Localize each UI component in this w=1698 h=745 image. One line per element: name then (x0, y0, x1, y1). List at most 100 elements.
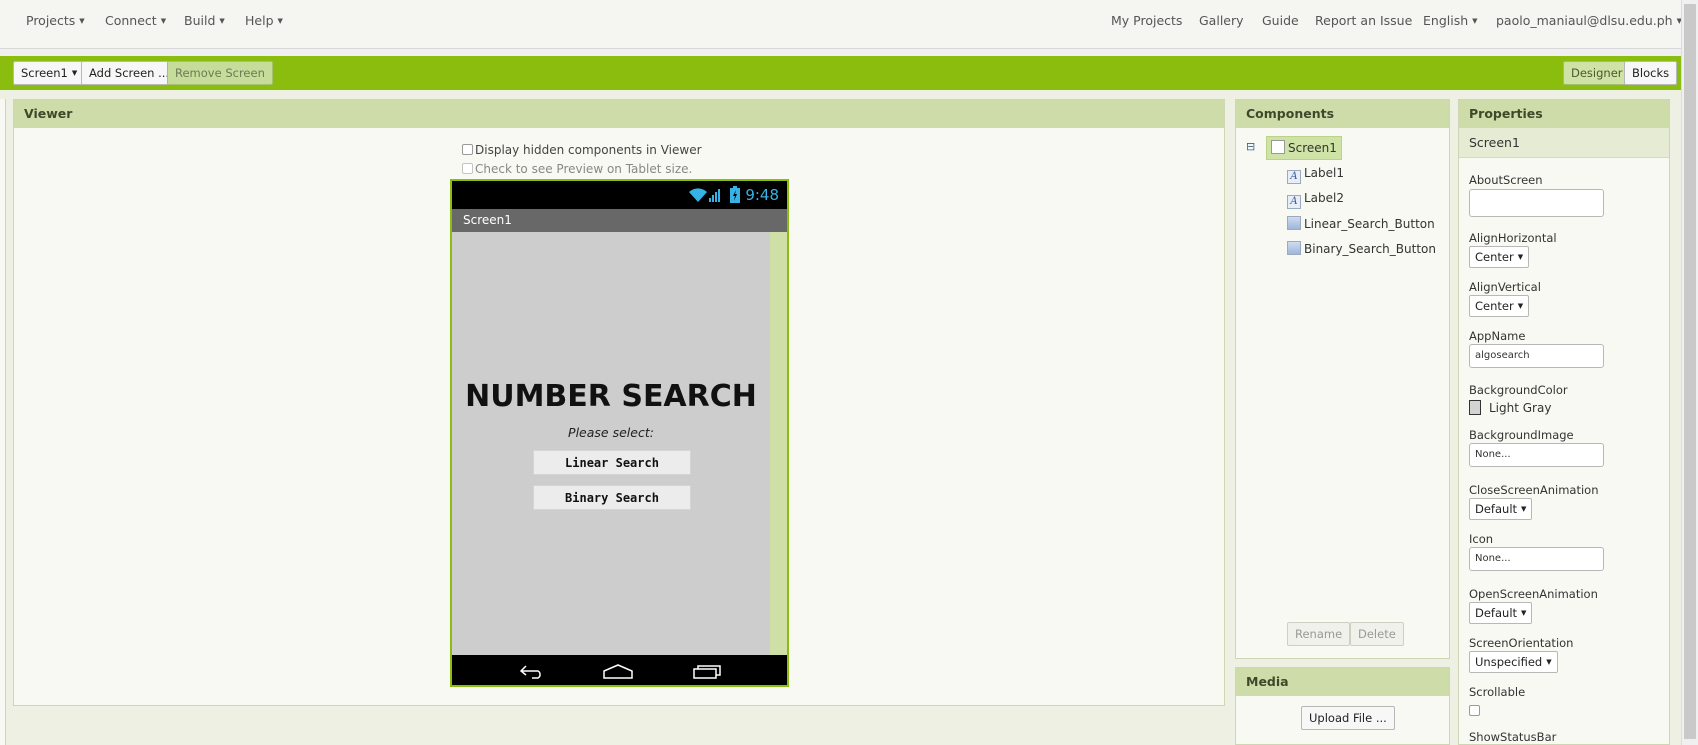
app-heading-label[interactable]: NUMBER SEARCH (452, 379, 770, 414)
app-subheading-label[interactable]: Please select: (452, 425, 770, 440)
caret-down-icon: ▼ (79, 17, 85, 25)
align-horizontal-value: Center (1475, 250, 1514, 264)
blocks-button[interactable]: Blocks (1624, 61, 1678, 85)
screen-icon (1271, 140, 1285, 154)
menu-projects-label: Projects (26, 13, 76, 28)
delete-button[interactable]: Delete (1350, 622, 1404, 646)
caret-down-icon: ▼ (71, 69, 78, 77)
caret-down-icon: ▼ (160, 17, 167, 25)
tree-node-binary-search-button[interactable]: Binary_Search_Button (1287, 241, 1436, 256)
link-guide[interactable]: Guide (1262, 13, 1299, 28)
link-report-issue[interactable]: Report an Issue (1315, 13, 1412, 28)
app-name-input[interactable]: algosearch (1469, 344, 1604, 368)
menu-build-label: Build (184, 13, 216, 28)
color-swatch-icon (1469, 400, 1481, 415)
collapse-icon[interactable]: ⊟ (1246, 140, 1255, 153)
top-menu-bar: Projects ▼ Connect ▼ Build ▼ Help ▼ My Proje… (0, 0, 1698, 49)
designer-button[interactable]: Designer (1563, 61, 1631, 85)
icon-picker[interactable]: None... (1469, 547, 1604, 571)
tablet-preview-option[interactable]: Check to see Preview on Tablet size. (462, 162, 692, 176)
open-animation-label: OpenScreenAnimation (1469, 587, 1598, 601)
tree-node-label: Label2 (1304, 191, 1345, 205)
label-icon: A (1287, 195, 1301, 209)
add-screen-button[interactable]: Add Screen ... (81, 61, 178, 85)
menu-connect-label: Connect (105, 13, 157, 28)
show-hidden-label: Display hidden components in Viewer (475, 143, 702, 157)
components-title: Components (1236, 100, 1449, 128)
background-image-label: BackgroundImage (1469, 428, 1574, 442)
link-my-projects[interactable]: My Projects (1111, 13, 1182, 28)
linear-search-button[interactable]: Linear Search (533, 450, 691, 475)
close-animation-label: CloseScreenAnimation (1469, 483, 1599, 497)
tree-node-screen1[interactable]: Screen1 (1266, 136, 1342, 160)
binary-search-button[interactable]: Binary Search (533, 485, 691, 510)
media-title: Media (1236, 668, 1449, 696)
background-color-label: BackgroundColor (1469, 383, 1568, 397)
phone-preview: 9:48 Screen1 NUMBER SEARCH Please select… (450, 179, 789, 687)
phone-app-title: Screen1 (452, 209, 787, 232)
home-icon (603, 664, 633, 679)
close-animation-value: Default (1475, 502, 1518, 516)
phone-status-bar: 9:48 (452, 181, 787, 209)
properties-panel: Properties Screen1 AboutScreen AlignHori… (1458, 99, 1670, 745)
screen-select-button[interactable]: Screen1 ▼ (13, 61, 86, 85)
menu-connect[interactable]: Connect ▼ (105, 13, 166, 28)
label-icon: A (1287, 170, 1301, 184)
palette-panel-edge (0, 99, 6, 745)
phone-scrollbar (770, 232, 787, 655)
background-color-picker[interactable]: Light Gray (1469, 400, 1551, 415)
caret-down-icon: ▼ (1521, 505, 1527, 513)
scrollbar-thumb[interactable] (1684, 4, 1696, 739)
properties-title: Properties (1459, 100, 1669, 128)
signal-icon (709, 189, 720, 202)
phone-clock: 9:48 (745, 186, 779, 204)
menu-account[interactable]: paolo_maniaul@dlsu.edu.ph ▼ (1496, 13, 1682, 28)
battery-icon (730, 186, 740, 203)
show-hidden-option[interactable]: Display hidden components in Viewer (462, 143, 702, 157)
properties-component-name: Screen1 (1459, 128, 1669, 158)
caret-down-icon: ▼ (1546, 658, 1552, 666)
open-animation-select[interactable]: Default ▼ (1469, 602, 1533, 624)
show-statusbar-label: ShowStatusBar (1469, 730, 1557, 744)
caret-down-icon: ▼ (1521, 609, 1527, 617)
language-label: English (1423, 13, 1469, 28)
align-vertical-select[interactable]: Center ▼ (1469, 295, 1530, 317)
viewer-title: Viewer (14, 100, 1224, 128)
about-screen-textarea[interactable] (1469, 189, 1604, 217)
screen-orientation-select[interactable]: Unspecified ▼ (1469, 651, 1558, 673)
link-gallery[interactable]: Gallery (1199, 13, 1244, 28)
menu-build[interactable]: Build ▼ (184, 13, 225, 28)
app-name-label: AppName (1469, 329, 1526, 343)
recent-apps-icon (693, 665, 721, 679)
viewer-panel: Viewer Display hidden components in View… (13, 99, 1225, 706)
rename-button[interactable]: Rename (1287, 622, 1351, 646)
upload-file-button[interactable]: Upload File ... (1301, 706, 1395, 730)
caret-down-icon: ▼ (1472, 17, 1478, 25)
close-animation-select[interactable]: Default ▼ (1469, 498, 1533, 520)
caret-down-icon: ▼ (1517, 253, 1524, 261)
caret-down-icon: ▼ (1517, 302, 1524, 310)
account-label: paolo_maniaul@dlsu.edu.ph (1496, 13, 1673, 28)
align-horizontal-select[interactable]: Center ▼ (1469, 246, 1530, 268)
scrollable-checkbox[interactable] (1469, 705, 1480, 716)
open-animation-value: Default (1475, 606, 1518, 620)
menu-help[interactable]: Help ▼ (245, 13, 283, 28)
tree-node-label1[interactable]: A Label1 (1287, 166, 1344, 184)
menu-projects[interactable]: Projects ▼ (26, 13, 85, 28)
tablet-preview-label: Check to see Preview on Tablet size. (475, 162, 693, 176)
caret-down-icon: ▼ (277, 17, 283, 25)
page-scrollbar[interactable] (1681, 0, 1698, 745)
menu-language[interactable]: English ▼ (1423, 13, 1478, 28)
tablet-preview-checkbox[interactable] (462, 163, 473, 174)
tree-node-label2[interactable]: A Label2 (1287, 191, 1344, 209)
align-vertical-label: AlignVertical (1469, 280, 1541, 294)
show-hidden-checkbox[interactable] (462, 144, 473, 155)
button-icon (1287, 241, 1301, 255)
tree-node-label: Label1 (1304, 166, 1345, 180)
remove-screen-button[interactable]: Remove Screen (167, 61, 273, 85)
components-panel: Components ⊟ Screen1 A Label1 A Label2 Lin… (1235, 99, 1450, 659)
background-image-picker[interactable]: None... (1469, 443, 1604, 467)
align-vertical-value: Center (1475, 299, 1514, 313)
screen-select-label: Screen1 (21, 66, 68, 80)
tree-node-linear-search-button[interactable]: Linear_Search_Button (1287, 216, 1435, 231)
